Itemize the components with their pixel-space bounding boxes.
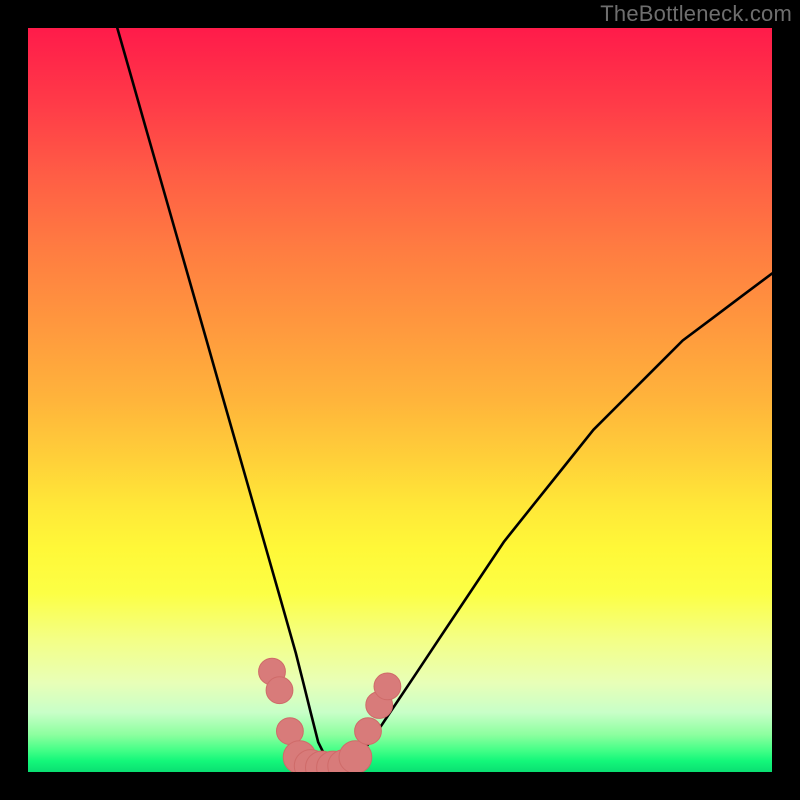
image-frame: TheBottleneck.com [0, 0, 800, 800]
watermark-text: TheBottleneck.com [600, 1, 792, 27]
curve-markers [259, 658, 401, 772]
gradient-plot-area [28, 28, 772, 772]
curve-marker [339, 741, 372, 772]
chart-svg [28, 28, 772, 772]
curve-marker [374, 673, 401, 700]
curve-marker [355, 718, 382, 745]
curve-marker [266, 677, 293, 704]
bottleneck-curve-path [117, 28, 772, 765]
